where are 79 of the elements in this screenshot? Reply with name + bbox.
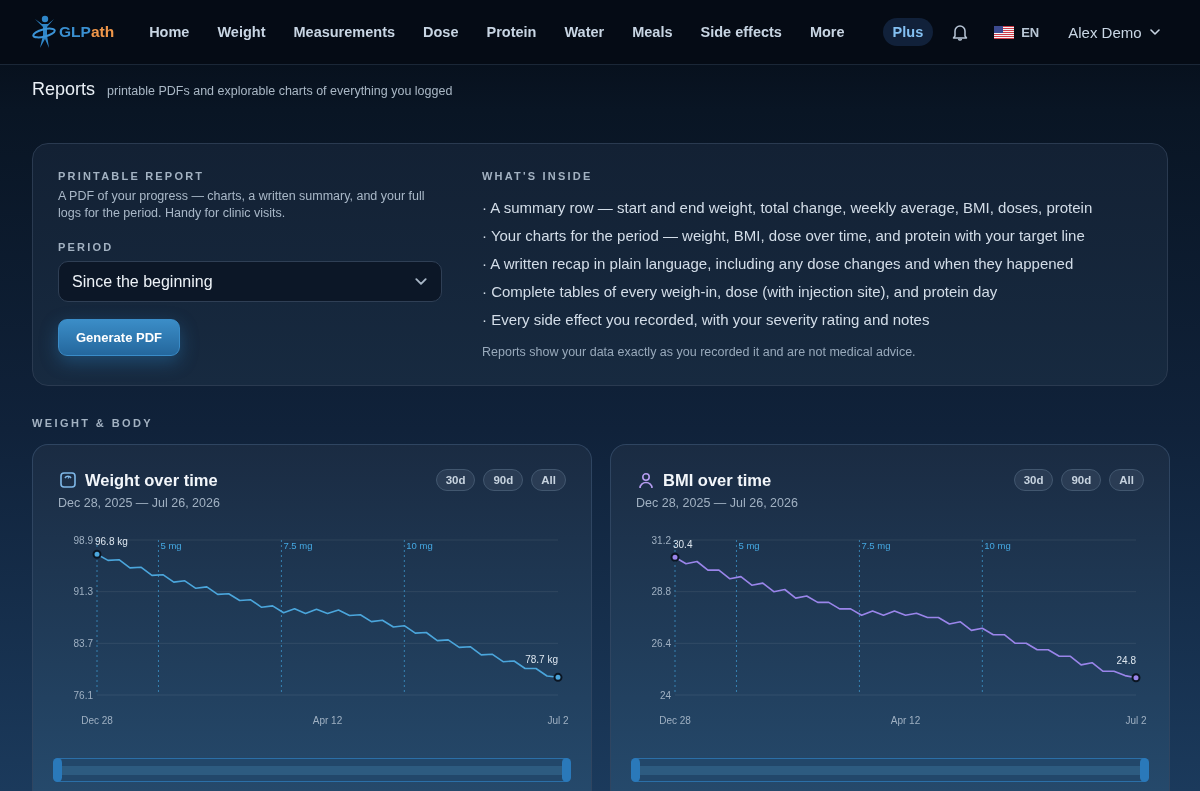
data-point-label: 30.4 bbox=[673, 539, 693, 551]
point-marker-icon bbox=[670, 552, 680, 562]
nav-link[interactable]: Weight bbox=[217, 24, 266, 40]
page-subtitle: printable PDFs and explorable charts of everything you logged bbox=[107, 83, 453, 100]
caret-icon bbox=[1149, 29, 1160, 35]
nav-link[interactable]: Meals bbox=[632, 24, 673, 40]
dose-label: 7.5 mg bbox=[283, 540, 313, 551]
brush-handle[interactable] bbox=[562, 758, 571, 782]
panel-heading: PRINTABLE REPORT bbox=[58, 170, 205, 183]
range-button[interactable]: All bbox=[1109, 469, 1144, 491]
range-brush[interactable] bbox=[631, 758, 1149, 782]
person-icon bbox=[638, 471, 654, 489]
data-point-label: 24.8 bbox=[1116, 654, 1136, 666]
point-marker-icon bbox=[553, 672, 563, 682]
axis-tick-label: Apr 12 bbox=[890, 715, 921, 726]
date-range-text: Dec 28, 2025 — Jul 26, 2026 bbox=[636, 494, 799, 512]
nav-link[interactable]: Measurements bbox=[293, 24, 396, 40]
panel-heading: WHAT'S INSIDE bbox=[482, 170, 593, 183]
list-item: · Your charts for the period — weight, BMI, dose over time, and protein with your target line bbox=[482, 225, 1086, 246]
nav-link[interactable]: Water bbox=[564, 24, 605, 40]
caret-icon bbox=[415, 278, 427, 285]
axis-tick-label: Dec 28 bbox=[81, 715, 113, 726]
chart-title: BMI over time bbox=[663, 470, 772, 490]
range-button[interactable]: 30d bbox=[435, 469, 476, 491]
panel-description: A PDF of your progress — charts, a written summary, and your full logs for the period. Handy for clinic visits. bbox=[58, 188, 426, 222]
axis-tick-label: 76.1 bbox=[73, 689, 93, 701]
nav-link[interactable]: Side effects bbox=[700, 24, 782, 40]
list-item: · A written recap in plain language, including any dose changes and when they happened bbox=[482, 253, 1075, 274]
page-title: Reports bbox=[32, 78, 96, 101]
range-button[interactable]: 90d bbox=[483, 469, 524, 491]
flag-icon bbox=[994, 25, 1015, 39]
dose-label: 7.5 mg bbox=[861, 540, 891, 551]
plus-button[interactable]: Plus bbox=[882, 18, 934, 46]
date-range-text: Dec 28, 2025 — Jul 26, 2026 bbox=[58, 494, 221, 512]
brush-handle[interactable] bbox=[631, 758, 640, 782]
nav-link[interactable]: Home bbox=[149, 24, 190, 40]
dose-label: 5 mg bbox=[160, 540, 182, 551]
axis-tick-label: 91.3 bbox=[73, 586, 93, 598]
dose-label: 10 mg bbox=[406, 540, 433, 551]
range-brush[interactable] bbox=[53, 758, 571, 782]
logo-icon[interactable] bbox=[32, 15, 56, 49]
brush-handle[interactable] bbox=[53, 758, 62, 782]
axis-tick-label: Jul 2 bbox=[547, 715, 569, 726]
nav-link[interactable]: Dose bbox=[423, 24, 459, 40]
axis-tick-label: 26.4 bbox=[651, 637, 671, 649]
axis-tick-label: 24 bbox=[659, 689, 671, 701]
generate-pdf-button[interactable]: Generate PDF bbox=[58, 319, 180, 356]
axis-tick-label: 98.9 bbox=[73, 534, 93, 546]
data-point-label: 96.8 kg bbox=[95, 536, 128, 548]
axis-tick-label: Dec 28 bbox=[659, 715, 691, 726]
language-button[interactable]: EN bbox=[994, 24, 1040, 40]
bell-icon[interactable] bbox=[952, 23, 969, 41]
section-heading: WEIGHT & BODY bbox=[32, 416, 155, 430]
chart-title: Weight over time bbox=[85, 470, 218, 490]
list-item: · Every side effect you recorded, with your severity rating and notes bbox=[482, 309, 931, 330]
disclaimer-text: Reports show your data exactly as you recorded it and are not medical advice. bbox=[482, 344, 916, 361]
brand-name[interactable]: GLPath bbox=[59, 23, 115, 41]
field-label: PERIOD bbox=[58, 241, 114, 254]
data-point-label: 78.7 kg bbox=[525, 654, 558, 666]
dose-label: 10 mg bbox=[984, 540, 1011, 551]
period-select[interactable]: Since the beginning bbox=[58, 261, 442, 302]
brush-handle[interactable] bbox=[1140, 758, 1149, 782]
user-menu-button[interactable]: Alex Demo bbox=[1068, 23, 1160, 41]
axis-tick-label: 28.8 bbox=[651, 586, 671, 598]
scale-icon bbox=[60, 471, 76, 489]
point-marker-icon bbox=[92, 549, 102, 559]
range-button[interactable]: 90d bbox=[1061, 469, 1102, 491]
range-button[interactable]: All bbox=[531, 469, 566, 491]
dose-label: 5 mg bbox=[738, 540, 760, 551]
axis-tick-label: Jul 2 bbox=[1125, 715, 1147, 726]
axis-tick-label: 31.2 bbox=[651, 534, 671, 546]
nav-link[interactable]: More bbox=[809, 24, 845, 40]
point-marker-icon bbox=[1131, 673, 1141, 683]
list-item: · A summary row — start and end weight, total change, weekly average, BMI, doses, protein bbox=[482, 197, 1093, 218]
nav-link[interactable]: Protein bbox=[486, 24, 537, 40]
list-item: · Complete tables of every weigh-in, dose (with injection site), and protein day bbox=[482, 281, 999, 302]
axis-tick-label: 83.7 bbox=[73, 637, 93, 649]
axis-tick-label: Apr 12 bbox=[312, 715, 343, 726]
range-button[interactable]: 30d bbox=[1013, 469, 1054, 491]
